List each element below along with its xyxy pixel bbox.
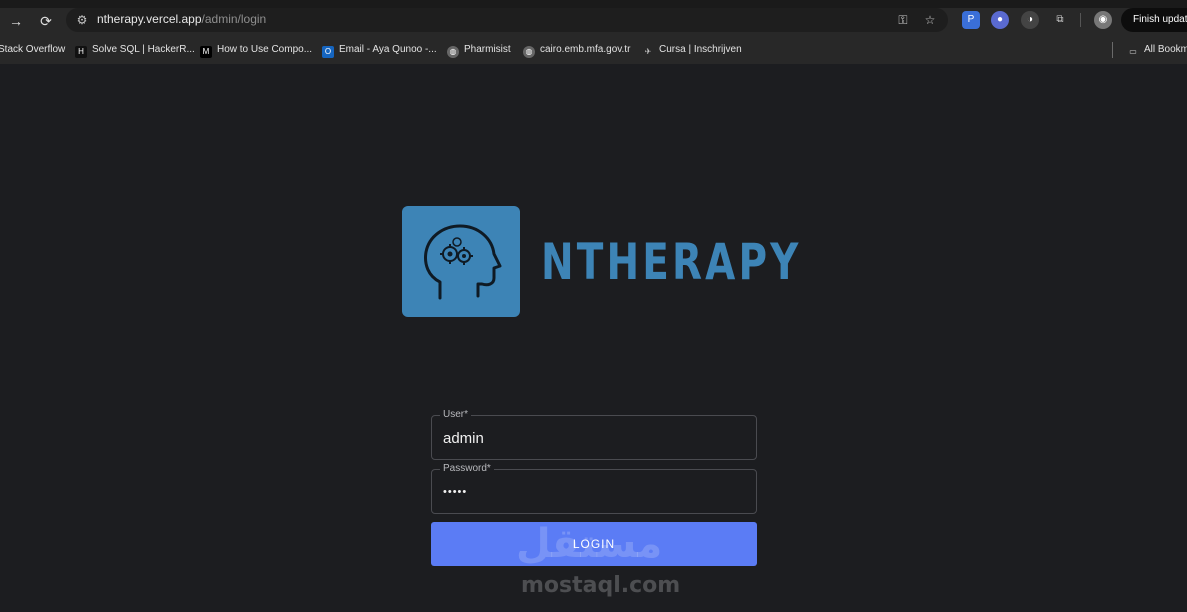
browser-toolbar: → ⟳ ⚙ ntherapy.vercel.app/admin/login ⚿ … [0, 8, 1187, 36]
bookmark-stack-overflow[interactable]: Stack Overflow [0, 42, 65, 58]
user-input[interactable] [443, 428, 743, 448]
bookmark-star-icon[interactable]: ☆ [921, 11, 939, 29]
profile-avatar-icon[interactable]: ◉ [1094, 11, 1112, 29]
password-input[interactable] [443, 482, 743, 502]
bookmark-medium[interactable]: M How to Use Compo... [200, 42, 312, 58]
medium-icon: M [200, 46, 212, 58]
site-settings-icon[interactable]: ⚙ [74, 12, 90, 28]
logo-icon [402, 206, 520, 317]
bookmark-cairo-emb[interactable]: ◍ cairo.emb.mfa.gov.tr [523, 42, 630, 58]
folder-icon: ▭ [1129, 47, 1137, 56]
globe-icon: ◍ [523, 46, 535, 58]
toolbar-divider [1080, 13, 1081, 27]
bookmarks-bar: Stack Overflow H Solve SQL | HackerR... M… [0, 36, 1187, 64]
user-field[interactable]: User* [431, 408, 757, 460]
forward-icon[interactable]: → [5, 10, 27, 32]
address-bar[interactable]: ⚙ ntherapy.vercel.app/admin/login ⚿ ☆ [66, 8, 948, 32]
login-page: NTHERAPY User* Password* LOGIN مستقل mos… [0, 64, 1187, 612]
password-key-icon[interactable]: ⚿ [894, 11, 912, 29]
globe-icon: ◍ [447, 46, 459, 58]
password-field[interactable]: Password* [431, 462, 757, 514]
bookmark-outlook[interactable]: O Email - Aya Qunoo -... [322, 42, 437, 58]
url-text[interactable]: ntherapy.vercel.app/admin/login [97, 12, 266, 26]
bookmark-pharmisist[interactable]: ◍ Pharmisist [447, 42, 511, 58]
browser-top-strip [0, 0, 1187, 8]
extensions-puzzle-icon[interactable]: ⧉ [1051, 11, 1069, 29]
password-label: Password* [440, 462, 494, 476]
finish-update-button[interactable]: Finish update [1121, 8, 1187, 32]
reload-icon[interactable]: ⟳ [35, 10, 57, 32]
watermark-arabic: مستقل [516, 521, 663, 567]
bookmark-cursa[interactable]: ✈ Cursa | Inschrijven [642, 42, 742, 58]
bookmarks-divider [1112, 42, 1113, 58]
all-bookmarks-folder[interactable]: ▭All Bookmarks [1127, 42, 1187, 58]
user-label: User* [440, 408, 472, 422]
extension-icon-1[interactable]: P [962, 11, 980, 29]
hackerrank-icon: H [75, 46, 87, 58]
head-gears-icon [424, 224, 502, 300]
extension-icon-2[interactable]: ● [991, 11, 1009, 29]
extension-icon-3[interactable]: ◑ [1021, 11, 1039, 29]
watermark-latin: mostaql.com [521, 573, 681, 598]
cursa-icon: ✈ [644, 47, 652, 56]
bookmark-hackerrank[interactable]: H Solve SQL | HackerR... [75, 42, 195, 58]
outlook-icon: O [322, 46, 334, 58]
brand-name: NTHERAPY [541, 233, 802, 291]
